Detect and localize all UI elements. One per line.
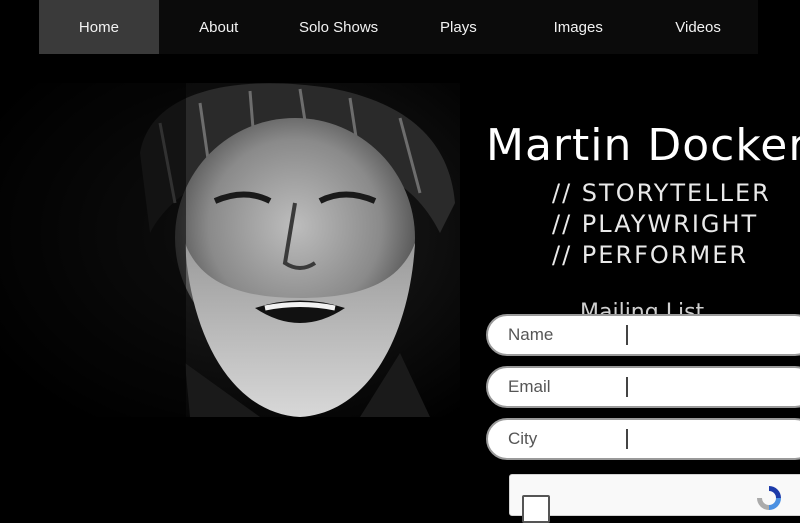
nav-item-home[interactable]: Home	[39, 0, 159, 54]
email-input[interactable]	[488, 367, 800, 407]
nav-item-solo-shows[interactable]: Solo Shows	[279, 0, 399, 54]
portrait-photo	[0, 83, 460, 417]
name-input[interactable]	[488, 315, 800, 355]
field-divider	[626, 325, 628, 345]
city-field-wrapper	[486, 418, 800, 460]
nav-item-images[interactable]: Images	[518, 0, 638, 54]
role-performer: // PERFORMER	[552, 241, 749, 269]
roles-list: // STORYTELLER // PLAYWRIGHT // PERFORME…	[552, 178, 771, 271]
name-field-wrapper	[486, 314, 800, 356]
city-input[interactable]	[488, 419, 800, 459]
nav-item-videos[interactable]: Videos	[638, 0, 758, 54]
artist-name: Martin Dockery	[486, 120, 800, 171]
recaptcha-widget	[509, 474, 800, 523]
recaptcha-checkbox[interactable]	[522, 495, 550, 523]
nav-item-about[interactable]: About	[159, 0, 279, 54]
field-divider	[626, 377, 628, 397]
nav-item-plays[interactable]: Plays	[398, 0, 518, 54]
email-field-wrapper	[486, 366, 800, 408]
mailing-list-heading: Mailing List	[580, 300, 705, 314]
role-playwright: // PLAYWRIGHT	[552, 210, 759, 238]
field-divider	[626, 429, 628, 449]
main-nav: Home About Solo Shows Plays Images Video…	[39, 0, 758, 54]
role-storyteller: // STORYTELLER	[552, 179, 771, 207]
recaptcha-icon	[757, 486, 781, 510]
